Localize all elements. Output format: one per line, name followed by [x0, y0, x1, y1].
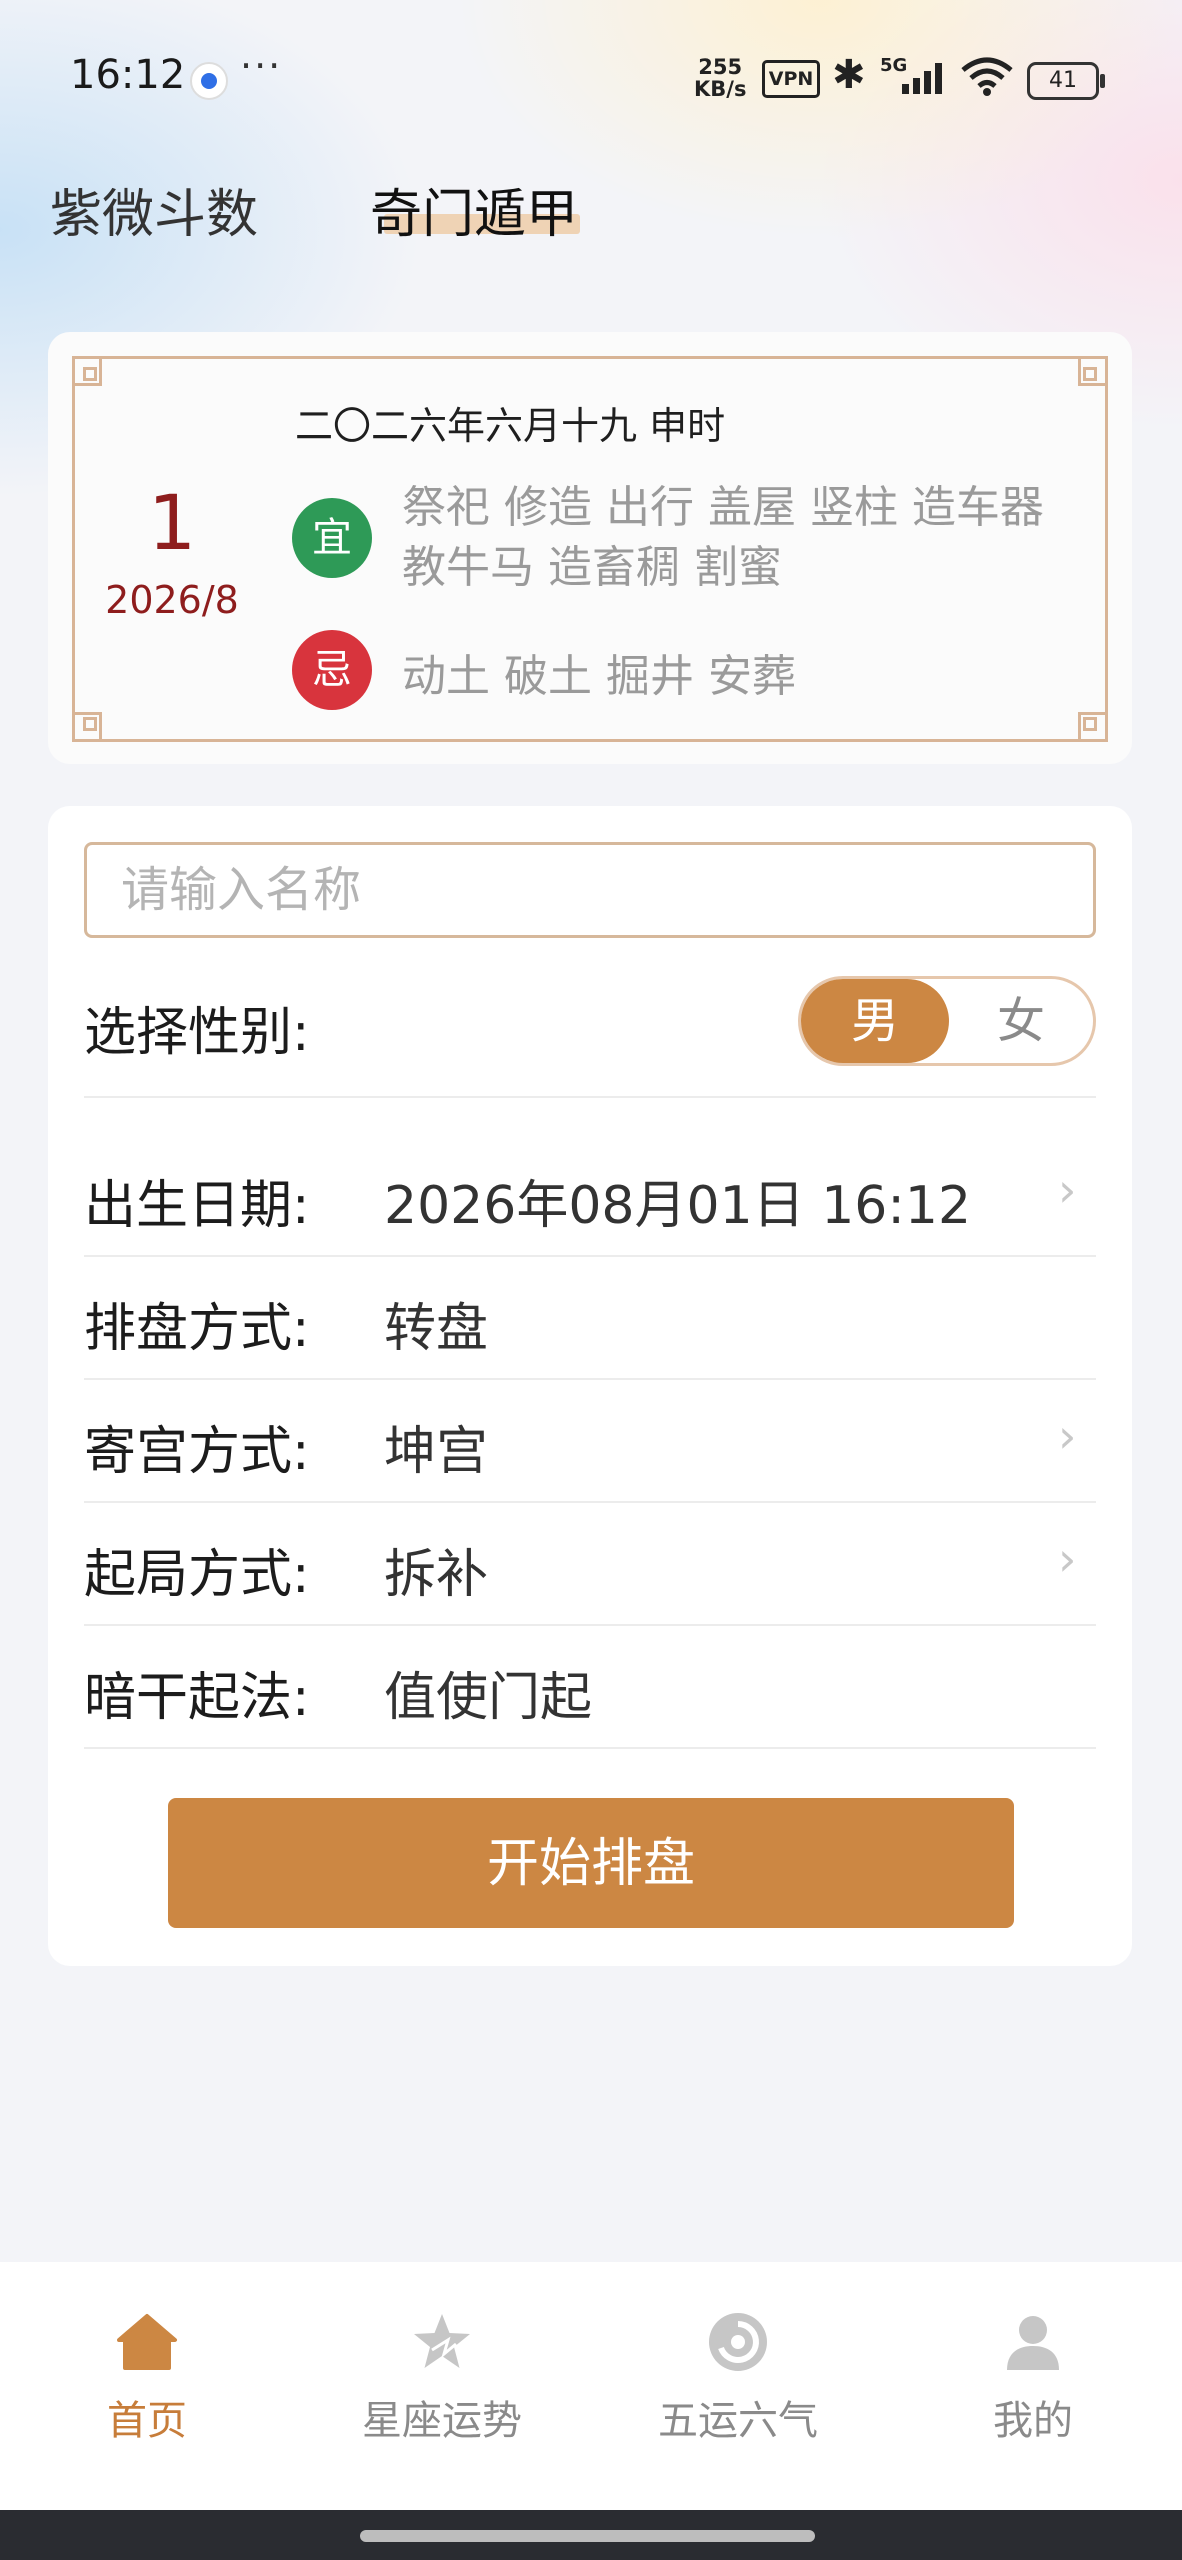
hidden-stem-method-value: 值使门起	[384, 1668, 593, 1728]
nav-horoscope[interactable]: 星座运势	[322, 2310, 562, 2446]
chevron-right-icon: ›	[1058, 1532, 1077, 1586]
frame-corner-ornament	[1078, 356, 1108, 386]
cycle-icon	[709, 2313, 767, 2371]
nav-wuyun-liuqi[interactable]: 五运六气	[618, 2310, 858, 2446]
divider	[84, 1378, 1096, 1380]
home-indicator[interactable]	[360, 2530, 815, 2542]
chevron-right-icon: ›	[1058, 1409, 1077, 1463]
star-icon	[414, 2314, 470, 2368]
gender-option-male[interactable]: 男	[801, 979, 949, 1063]
network-speed-value: 255	[698, 55, 743, 79]
status-more-icon: ···	[240, 44, 283, 88]
home-icon	[117, 2314, 177, 2370]
nav-profile-label: 我的	[993, 2398, 1073, 2444]
network-speed-unit: KB/s	[694, 77, 747, 101]
status-time: 16:12	[70, 52, 186, 98]
nav-horoscope-label: 星座运势	[362, 2398, 522, 2444]
yi-suitable-list: 祭祀 修造 出行 盖屋 竖柱 造车器 教牛马 造畜稠 割蜜	[402, 482, 1044, 593]
divider	[84, 1501, 1096, 1503]
start-method-label: 起局方式:	[84, 1545, 310, 1605]
name-input[interactable]	[84, 842, 1096, 938]
start-chart-button[interactable]: 开始排盘	[168, 1798, 1014, 1928]
tab-ziwei-doushu[interactable]: 紫微斗数	[50, 172, 258, 247]
divider	[84, 1255, 1096, 1257]
start-method-value: 拆补	[384, 1545, 489, 1605]
frame-corner-ornament	[1078, 712, 1108, 742]
palace-method-value: 坤宫	[384, 1422, 489, 1482]
divider	[84, 1096, 1096, 1098]
app-notification-icon	[190, 62, 228, 100]
gender-label: 选择性别:	[84, 1003, 310, 1063]
almanac-date: 2026/8	[105, 578, 239, 622]
ji-avoid-icon: 忌	[292, 630, 372, 710]
birth-date-label: 出生日期:	[84, 1176, 310, 1236]
birth-date-value: 2026年08月01日 16:12	[384, 1176, 972, 1236]
palace-method-label: 寄宫方式:	[84, 1422, 310, 1482]
tab-qimen-dunjia[interactable]: 奇门遁甲	[370, 172, 578, 247]
frame-corner-ornament	[72, 712, 102, 742]
lunar-date: 二〇二六年六月十九 申时	[295, 404, 726, 448]
user-icon	[1007, 2316, 1059, 2370]
status-bar: 16:12 ··· 255 KB/s VPN ✱ 5G 41	[0, 0, 1182, 155]
layout-method-value: 转盘	[384, 1299, 489, 1359]
divider	[84, 1747, 1096, 1749]
network-speed: 255 KB/s	[694, 56, 746, 100]
gender-toggle[interactable]: 男 女	[798, 976, 1096, 1066]
signal-icon	[902, 63, 942, 94]
battery-icon: 41	[1027, 62, 1105, 100]
gender-option-female[interactable]: 女	[949, 979, 1093, 1063]
wifi-icon	[961, 57, 1013, 96]
nav-home-label: 首页	[107, 2398, 187, 2444]
chevron-right-icon: ›	[1058, 1163, 1077, 1217]
nav-profile[interactable]: 我的	[913, 2310, 1153, 2446]
layout-method-label: 排盘方式:	[84, 1299, 310, 1359]
yi-suitable-icon: 宜	[292, 498, 372, 578]
divider	[84, 1624, 1096, 1626]
vpn-icon: VPN	[762, 60, 820, 98]
hidden-stem-method-label: 暗干起法:	[84, 1668, 310, 1728]
frame-corner-ornament	[72, 356, 102, 386]
ji-avoid-list: 动土 破土 掘井 安葬	[402, 651, 796, 702]
almanac-day: 1	[147, 478, 197, 567]
bluetooth-icon: ✱	[832, 52, 866, 98]
nav-home[interactable]: 首页	[27, 2310, 267, 2446]
nav-wuyun-liuqi-label: 五运六气	[658, 2398, 818, 2444]
